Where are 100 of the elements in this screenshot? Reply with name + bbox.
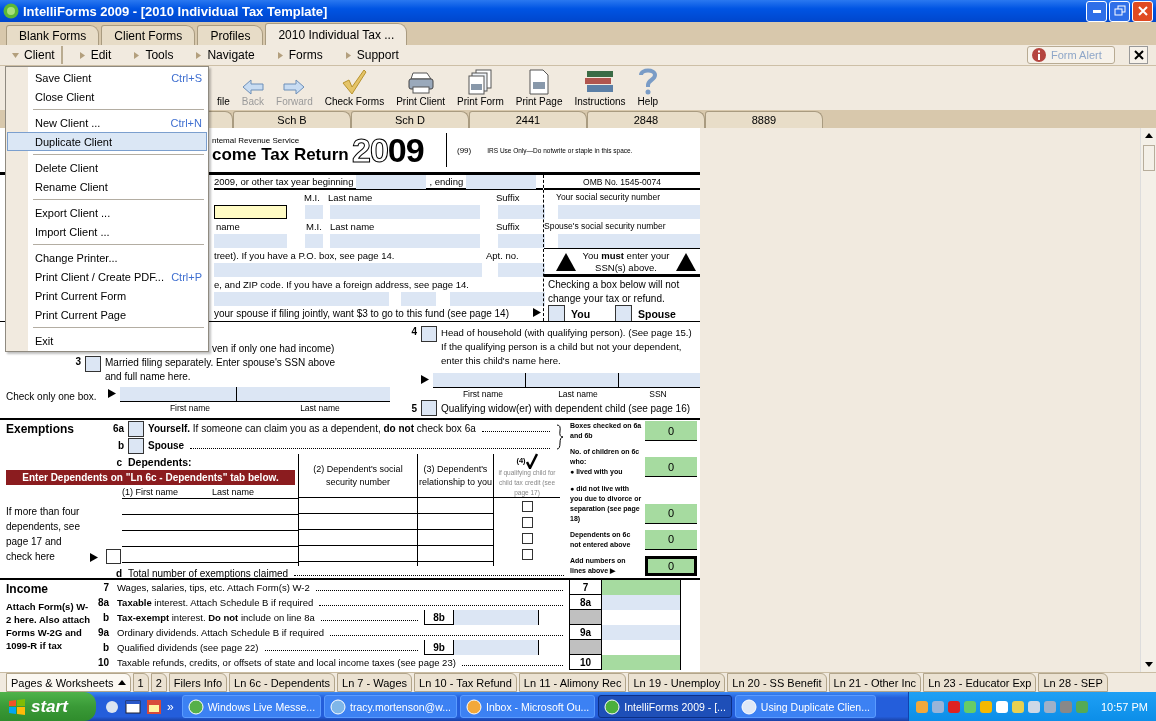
input-field[interactable] [498,262,545,277]
tab[interactable]: 2848 [587,111,705,128]
toolbar-button[interactable]: Help [632,67,664,107]
quick-launch-icon[interactable] [125,698,141,715]
menu-item[interactable]: Edit [76,46,118,64]
checkbox[interactable] [421,400,437,416]
amount-field[interactable] [602,625,680,640]
input-field[interactable] [214,204,287,219]
taskbar-button[interactable]: Inbox - Microsoft Ou... [460,695,596,718]
checkbox[interactable] [521,516,533,528]
quick-launch-icon[interactable] [104,698,120,715]
tab[interactable]: 2 [150,673,167,692]
name-field[interactable] [433,372,700,388]
checkbox[interactable] [421,326,437,342]
tab[interactable]: Ln 10 - Tax Refund [414,673,517,692]
input-field[interactable] [454,610,539,625]
toolbar-button[interactable]: Check Forms [319,67,390,107]
menu-item[interactable]: Duplicate Client [7,132,207,151]
tab[interactable]: Sch D [351,111,469,128]
menu-item[interactable]: Save Client Ctrl+S [7,68,207,87]
taskbar-button[interactable]: Using Duplicate Clien... [734,695,876,718]
tab[interactable]: Blank Forms [6,25,100,45]
tab[interactable]: 2441 [469,111,587,128]
input-field[interactable] [498,233,545,248]
input-field[interactable] [214,233,287,248]
tab[interactable]: Filers Info [168,673,228,692]
input-field[interactable] [214,262,482,277]
pages-menu-button[interactable]: Pages & Worksheets [6,673,131,692]
menu-item[interactable]: Tools [131,46,180,64]
input-field[interactable] [305,204,323,219]
filing-option-text: Qualifying widow(er) with dependent child (see page 16) [441,402,691,414]
input-field[interactable] [330,204,480,219]
checkbox[interactable] [85,356,101,372]
checkbox[interactable] [521,532,533,544]
checkbox[interactable] [128,420,144,437]
menu-item[interactable]: Export Client ... [7,203,207,222]
menu-item[interactable]: Close Client [7,87,207,106]
checkbox[interactable] [128,437,144,454]
menu-item[interactable]: Navigate [193,46,261,64]
input-field[interactable] [214,291,389,306]
tab[interactable]: Client Forms [101,25,196,45]
tab[interactable]: Profiles [197,25,264,45]
scroll-thumb[interactable] [1142,145,1155,171]
menu-item[interactable]: Print Client / Create PDF... Ctrl+P [7,267,207,286]
amount-field[interactable] [602,655,680,670]
toolbar-button[interactable]: Print Form [452,67,509,107]
tray-icon[interactable] [994,699,1009,714]
checkbox[interactable] [106,549,121,564]
tab[interactable]: Ln 28 - SEP [1038,673,1108,692]
tab[interactable]: Ln 23 - Educator Exp [923,673,1037,692]
menu-item[interactable]: Exit [7,331,207,350]
quick-launch-icon[interactable] [146,698,162,715]
input-field[interactable] [558,204,700,219]
section-title: Exemptions [6,421,75,436]
field-label: M.I. [306,220,323,232]
checkbox[interactable] [521,500,533,512]
toolbar-button[interactable]: file [212,67,235,107]
taskbar-button[interactable]: tracy.mortenson@w... [324,695,457,718]
amount-field[interactable] [602,595,680,610]
input-field[interactable] [330,233,480,248]
menu-item[interactable]: Print Current Form [7,286,207,305]
input-field[interactable] [454,640,539,655]
close-button[interactable] [1129,46,1148,64]
menu-item[interactable]: Rename Client [7,177,207,196]
field-label: e, and ZIP code. If you have a foreign address, see page 14. [214,278,469,290]
menu-item[interactable]: Forms [274,46,329,64]
toolbar-button[interactable]: Print Client [391,67,451,107]
taskbar-button[interactable]: Windows Live Messe... [181,695,322,718]
menu-item[interactable]: Change Printer... [7,248,207,267]
minimize-button[interactable] [1086,0,1107,22]
toolbar-button[interactable]: Print Page [510,67,568,107]
tab[interactable]: Ln 7 - Wages [337,673,413,692]
tab[interactable]: Ln 11 - Alimony Rec [518,673,627,692]
tab[interactable]: 8889 [705,111,823,128]
input-field[interactable] [558,233,700,248]
toolbar-button[interactable]: Instructions [569,67,631,107]
checkbox[interactable] [521,548,533,560]
amount-field[interactable] [602,580,680,595]
input-field[interactable] [305,233,323,248]
tab[interactable]: Ln 20 - SS Benefit [727,673,827,692]
tab[interactable]: Ln 6c - Dependents [229,673,336,692]
more-button[interactable]: » [167,699,174,714]
restore-button[interactable] [1109,0,1130,22]
taskbar-button[interactable]: IntelliForms 2009 - [... [598,695,732,718]
tab[interactable]: Sch B [233,111,351,128]
menu-item[interactable]: New Client ... Ctrl+N [7,113,207,132]
tab[interactable]: Ln 19 - Unemploy [628,673,726,692]
input-field[interactable] [498,204,545,219]
tab[interactable]: 2010 Individual Tax ... [265,23,408,45]
menu-item[interactable]: Support [342,46,405,64]
input-field[interactable] [401,291,436,306]
menu-item[interactable]: Client [10,46,63,64]
start-button[interactable]: start [0,692,96,721]
menu-item[interactable]: Print Current Page [7,305,207,324]
menu-item[interactable]: Delete Client [7,158,207,177]
menu-item[interactable]: Import Client ... [7,222,207,241]
tab[interactable]: 1 [132,673,149,692]
input-field[interactable] [450,291,545,306]
name-field[interactable] [120,386,390,402]
tab[interactable]: Ln 21 - Other Inc [828,673,922,692]
